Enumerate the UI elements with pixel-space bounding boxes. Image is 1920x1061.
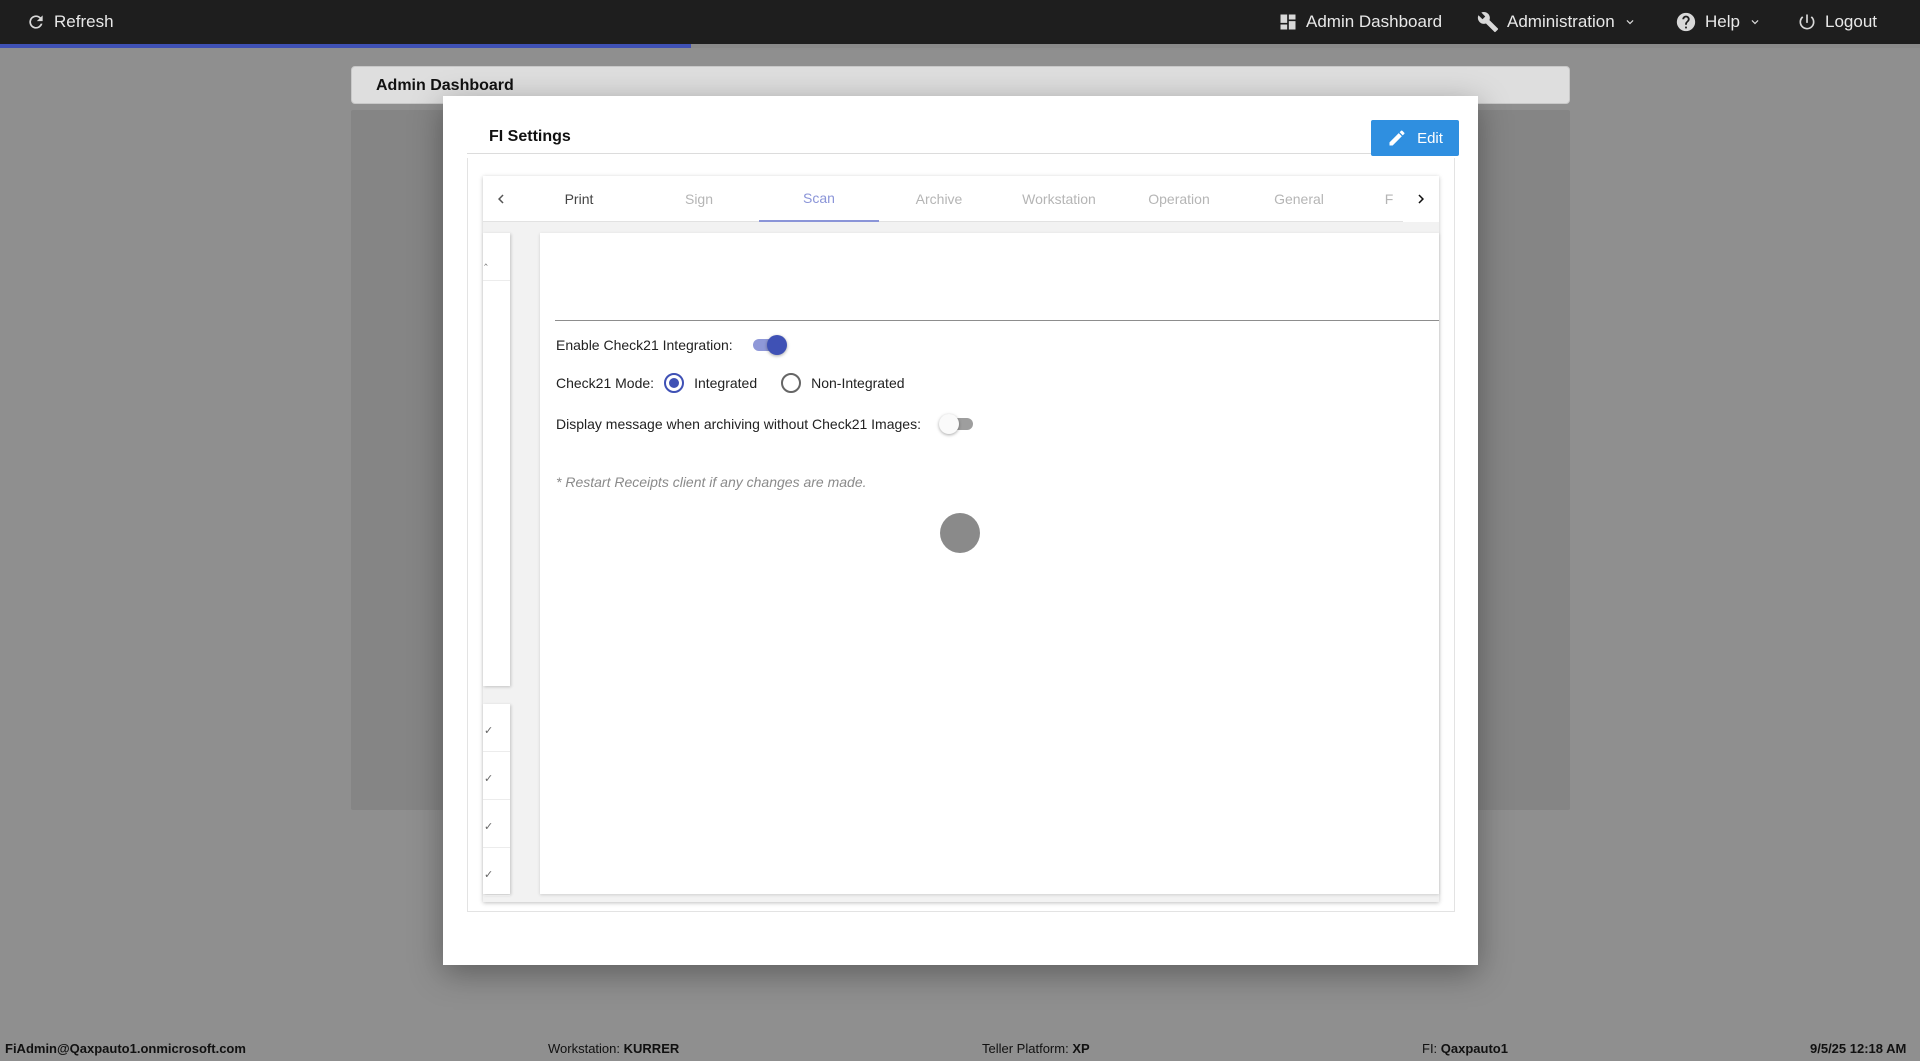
loading-spinner bbox=[940, 513, 980, 553]
list-item[interactable]: ✓ bbox=[483, 848, 510, 896]
help-icon bbox=[1676, 12, 1696, 32]
check-icon: ✓ bbox=[484, 773, 494, 785]
workstation-label: Workstation: bbox=[548, 1041, 621, 1056]
tab-label: Sign bbox=[684, 191, 714, 207]
fi-settings-dialog: FI Settings Edit Print Sign Scan Archive… bbox=[443, 96, 1478, 965]
datetime-value: 9/5/25 12:18 AM bbox=[1810, 1041, 1907, 1056]
tab-scroll-left-button[interactable] bbox=[483, 176, 519, 222]
background-page-title: Admin Dashboard bbox=[376, 77, 514, 94]
tab-label: Archive bbox=[915, 191, 963, 207]
tab-label: Workstation bbox=[1022, 191, 1096, 207]
display-message-row: Display message when archiving without C… bbox=[556, 412, 975, 436]
progress-fill bbox=[0, 44, 692, 48]
status-teller-platform: Teller Platform: XP bbox=[982, 1041, 1090, 1056]
scan-settings-panel: Enable Check21 Integration: Check21 Mode… bbox=[540, 233, 1439, 894]
check-icon: ✓ bbox=[484, 725, 494, 737]
chevron-right-icon bbox=[1418, 194, 1424, 204]
check21-mode-label: Check21 Mode: bbox=[556, 375, 655, 391]
pencil-icon bbox=[1389, 130, 1405, 146]
non-integrated-radio[interactable] bbox=[781, 373, 802, 393]
tab-label: General bbox=[1274, 191, 1324, 207]
workstation-value: KURRER bbox=[623, 1041, 680, 1056]
status-fi: FI: Qaxpauto1 bbox=[1422, 1041, 1508, 1056]
enable-check21-toggle[interactable] bbox=[751, 335, 787, 355]
status-datetime: 9/5/25 12:18 AM bbox=[1810, 1041, 1906, 1056]
enable-check21-label: Enable Check21 Integration: bbox=[556, 337, 733, 353]
tab-scroll-right-button[interactable] bbox=[1403, 176, 1439, 222]
admin-dashboard-label: Admin Dashboard bbox=[1306, 12, 1443, 31]
display-message-label: Display message when archiving without C… bbox=[556, 416, 921, 432]
tab-label: Print bbox=[564, 191, 594, 207]
integrated-radio[interactable] bbox=[664, 373, 685, 393]
fi-label: FI: bbox=[1422, 1041, 1438, 1056]
display-message-toggle[interactable] bbox=[938, 414, 975, 434]
caret-icon: ‸ bbox=[484, 254, 488, 266]
non-integrated-option-label[interactable]: Non-Integrated bbox=[811, 375, 904, 391]
help-label: Help bbox=[1705, 12, 1740, 31]
dashboard-icon bbox=[1280, 14, 1296, 30]
chevron-left-icon bbox=[498, 194, 504, 204]
administration-label: Administration bbox=[1507, 12, 1615, 31]
dialog-header: FI Settings bbox=[467, 120, 1455, 154]
enable-check21-row: Enable Check21 Integration: bbox=[556, 333, 787, 357]
settings-tab-bar: Print Sign Scan Archive Workstation Oper… bbox=[483, 176, 1439, 222]
refresh-icon bbox=[29, 15, 43, 29]
teller-platform-label: Teller Platform: bbox=[982, 1041, 1069, 1056]
tab-workstation[interactable]: Workstation bbox=[999, 176, 1119, 222]
toggle-knob bbox=[766, 335, 787, 355]
administration-menu[interactable]: Administration bbox=[1477, 0, 1637, 44]
list-item[interactable]: ✓ bbox=[483, 752, 510, 800]
list-item[interactable]: ✓ bbox=[483, 704, 510, 752]
refresh-button[interactable]: Refresh bbox=[26, 0, 114, 44]
chevron-down-icon bbox=[1751, 20, 1759, 25]
loading-progress-bar bbox=[0, 44, 1920, 48]
logout-label: Logout bbox=[1825, 12, 1877, 31]
left-side-panel: ‸ bbox=[483, 233, 510, 686]
list-item[interactable]: ✓ bbox=[483, 800, 510, 848]
left-side-list: ✓ ✓ ✓ ✓ bbox=[483, 704, 510, 896]
tab-print[interactable]: Print bbox=[519, 176, 639, 222]
tab-archive[interactable]: Archive bbox=[879, 176, 999, 222]
teller-platform-value: XP bbox=[1072, 1041, 1090, 1056]
integrated-option-label[interactable]: Integrated bbox=[694, 375, 757, 391]
logout-button[interactable]: Logout bbox=[1797, 0, 1877, 44]
wrench-icon bbox=[1477, 12, 1499, 33]
refresh-label: Refresh bbox=[54, 12, 114, 31]
toggle-knob bbox=[938, 414, 959, 434]
dialog-title: FI Settings bbox=[489, 128, 571, 145]
section-divider bbox=[555, 320, 1439, 321]
list-item[interactable]: ‸ bbox=[483, 233, 510, 281]
user-value: FiAdmin@Qaxpauto1.onmicrosoft.com bbox=[5, 1041, 246, 1056]
tab-scan[interactable]: Scan bbox=[759, 176, 879, 222]
fi-value: Qaxpauto1 bbox=[1440, 1041, 1508, 1056]
check-icon: ✓ bbox=[484, 869, 494, 881]
status-bar: FiAdmin@Qaxpauto1.onmicrosoft.com Workst… bbox=[0, 1036, 1920, 1061]
tab-label: Scan bbox=[803, 190, 835, 206]
top-navigation-bar: Refresh Admin Dashboard Administration H… bbox=[0, 0, 1920, 44]
settings-content: Print Sign Scan Archive Workstation Oper… bbox=[483, 176, 1439, 902]
edit-button[interactable]: Edit bbox=[1371, 120, 1459, 156]
admin-dashboard-link[interactable]: Admin Dashboard bbox=[1278, 0, 1442, 44]
tab-operation[interactable]: Operation bbox=[1119, 176, 1239, 222]
tab-sign[interactable]: Sign bbox=[639, 176, 759, 222]
status-workstation: Workstation: KURRER bbox=[548, 1041, 679, 1056]
tab-general[interactable]: General bbox=[1239, 176, 1359, 222]
chevron-down-icon bbox=[1626, 20, 1634, 25]
tab-label: F bbox=[1384, 191, 1394, 207]
check21-mode-row: Check21 Mode: Integrated Non-Integrated bbox=[556, 371, 905, 395]
tab-label: Operation bbox=[1148, 191, 1210, 207]
restart-note: * Restart Receipts client if any changes… bbox=[556, 474, 867, 490]
help-menu[interactable]: Help bbox=[1675, 0, 1762, 44]
power-icon bbox=[1799, 14, 1815, 30]
edit-label: Edit bbox=[1417, 129, 1443, 147]
status-user: FiAdmin@Qaxpauto1.onmicrosoft.com bbox=[5, 1041, 246, 1056]
check-icon: ✓ bbox=[484, 821, 494, 833]
